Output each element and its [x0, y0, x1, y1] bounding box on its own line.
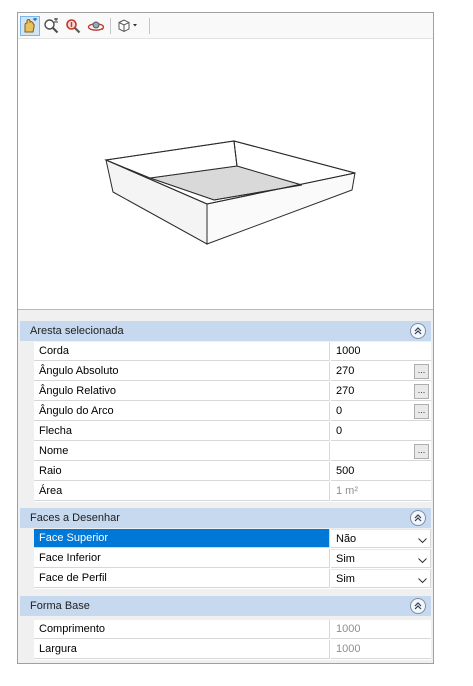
prop-value[interactable]: 1000 — [331, 342, 431, 361]
ellipsis-button[interactable]: ... — [414, 404, 429, 419]
prop-value-readonly: 1000 — [331, 620, 431, 639]
chevron-down-icon[interactable] — [418, 575, 427, 587]
prop-value[interactable]: 0 — [331, 422, 431, 441]
prop-row-face-superior[interactable]: Face Superior Não — [34, 529, 431, 549]
prop-row-nome[interactable]: Nome ... — [34, 442, 431, 462]
prop-row-angulo-do-arco[interactable]: Ângulo do Arco 0 ... — [34, 402, 431, 422]
ellipsis-button[interactable]: ... — [414, 364, 429, 379]
prop-value-readonly: 1000 — [331, 640, 431, 659]
prop-label: Face Inferior — [34, 549, 330, 568]
collapse-icon[interactable] — [410, 323, 426, 339]
prop-row-angulo-relativo[interactable]: Ângulo Relativo 270 ... — [34, 382, 431, 402]
category-aresta-selecionada[interactable]: Aresta selecionada — [20, 321, 431, 341]
prop-value-readonly: 1 m² — [331, 482, 431, 501]
view-toolbar — [18, 13, 433, 39]
prop-label: Largura — [34, 640, 330, 659]
prop-row-raio[interactable]: Raio 500 — [34, 462, 431, 482]
zoom-extents-icon[interactable] — [41, 16, 61, 36]
prop-row-comprimento: Comprimento 1000 — [34, 620, 431, 640]
orbit-pan-icon[interactable] — [20, 16, 40, 36]
prop-label: Corda — [34, 342, 330, 361]
prop-row-face-de-perfil[interactable]: Face de Perfil Sim — [34, 569, 431, 589]
prop-label: Face de Perfil — [34, 569, 330, 588]
category-title: Faces a Desenhar — [30, 512, 120, 524]
prop-label: Nome — [34, 442, 330, 461]
prop-value[interactable]: 500 — [331, 462, 431, 481]
prop-select[interactable]: Sim — [331, 569, 431, 588]
collapse-icon[interactable] — [410, 510, 426, 526]
orbit-icon[interactable] — [86, 16, 106, 36]
prop-select[interactable]: Sim — [331, 549, 431, 568]
chevron-down-icon[interactable] — [418, 555, 427, 567]
prop-row-face-inferior[interactable]: Face Inferior Sim — [34, 549, 431, 569]
prop-label: Ângulo do Arco — [34, 402, 330, 421]
view-cube-dropdown-icon[interactable] — [115, 16, 145, 36]
prop-row-largura: Largura 1000 — [34, 640, 431, 660]
prop-label: Ângulo Absoluto — [34, 362, 330, 381]
prop-label: Face Superior — [34, 529, 330, 548]
prop-row-flecha[interactable]: Flecha 0 — [34, 422, 431, 442]
ellipsis-button[interactable]: ... — [414, 444, 429, 459]
prop-label: Ângulo Relativo — [34, 382, 330, 401]
prop-row-area: Área 1 m² — [34, 482, 431, 502]
category-title: Aresta selecionada — [30, 325, 124, 337]
prop-select[interactable]: Não — [331, 529, 431, 548]
prop-row-angulo-absoluto[interactable]: Ângulo Absoluto 270 ... — [34, 362, 431, 382]
component-editor-panel: Aresta selecionada Corda 1000 Ângulo Abs… — [17, 12, 434, 664]
prop-label: Área — [34, 482, 330, 501]
zoom-icon[interactable] — [63, 16, 83, 36]
3d-viewport[interactable] — [18, 40, 433, 309]
prop-label: Raio — [34, 462, 330, 481]
property-grid: Aresta selecionada Corda 1000 Ângulo Abs… — [18, 309, 433, 663]
prop-label: Flecha — [34, 422, 330, 441]
ellipsis-button[interactable]: ... — [414, 384, 429, 399]
category-forma-base[interactable]: Forma Base — [20, 596, 431, 616]
chevron-down-icon[interactable] — [418, 535, 427, 547]
collapse-icon[interactable] — [410, 598, 426, 614]
prop-label: Comprimento — [34, 620, 330, 639]
category-faces-a-desenhar[interactable]: Faces a Desenhar — [20, 508, 431, 528]
category-title: Forma Base — [30, 600, 90, 612]
prop-row-corda[interactable]: Corda 1000 — [34, 342, 431, 362]
